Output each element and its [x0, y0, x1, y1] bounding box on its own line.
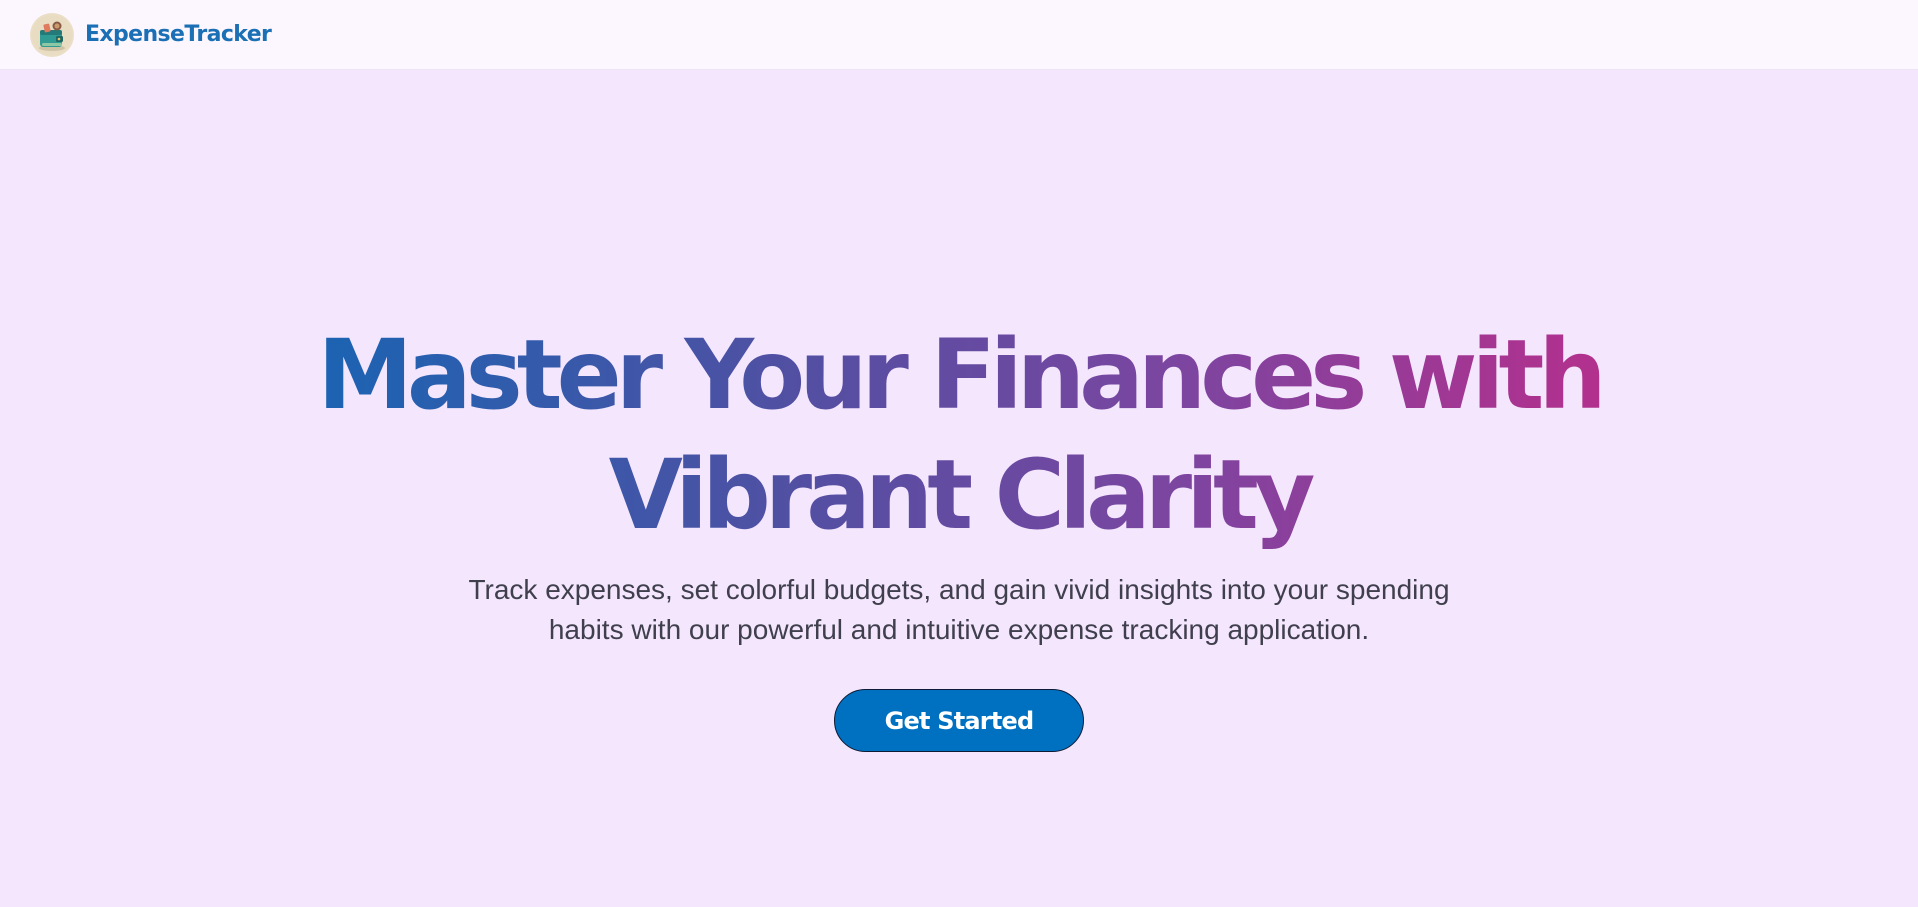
brand-name: ExpenseTracker [85, 22, 272, 47]
wallet-icon [30, 12, 74, 57]
brand-logo-link[interactable]: ExpenseTracker [30, 12, 272, 57]
hero-headline-line-1: Master Your Finances with [317, 319, 1601, 431]
hero-headline: Master Your Finances with Vibrant Clarit… [0, 315, 1918, 555]
hero-subtitle-line-2: habits with our powerful and intuitive e… [548, 614, 1370, 645]
get-started-button[interactable]: Get Started [834, 689, 1084, 752]
hero-headline-line-2: Vibrant Clarity [608, 439, 1310, 551]
hero-section: Master Your Finances with Vibrant Clarit… [0, 70, 1918, 907]
hero-subtitle: Track expenses, set colorful budgets, an… [0, 570, 1918, 650]
navbar: ExpenseTracker [0, 0, 1918, 70]
hero-subtitle-line-1: Track expenses, set colorful budgets, an… [468, 574, 1450, 605]
